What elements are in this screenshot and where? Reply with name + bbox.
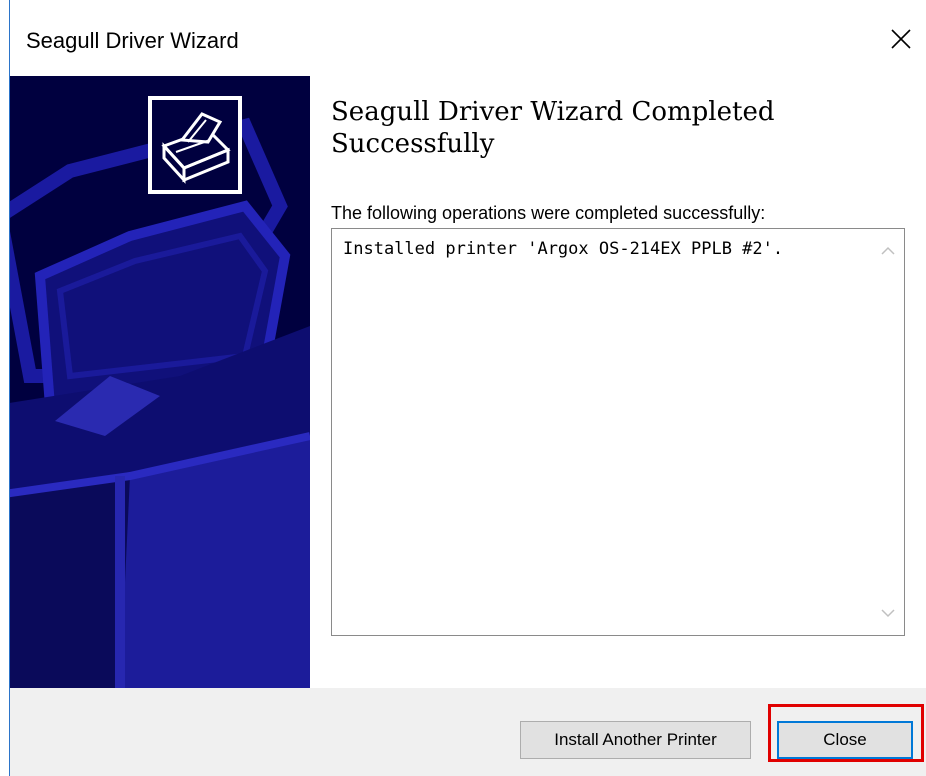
results-scrollbar[interactable] bbox=[872, 229, 904, 635]
completion-heading: Seagull Driver Wizard Completed Successf… bbox=[331, 97, 775, 159]
window-title: Seagull Driver Wizard bbox=[26, 28, 239, 53]
close-icon[interactable] bbox=[884, 22, 918, 56]
wizard-side-panel bbox=[10, 76, 310, 688]
install-another-printer-button[interactable]: Install Another Printer bbox=[520, 721, 751, 759]
wizard-window: Seagull Driver Wizard Seagull Driver Wiz… bbox=[9, 0, 926, 776]
operations-label: The following operations were completed … bbox=[331, 203, 766, 223]
scroll-down-icon[interactable] bbox=[878, 603, 898, 623]
printer-logo-icon bbox=[148, 96, 242, 194]
results-listbox[interactable]: Installed printer 'Argox OS-214EX PPLB #… bbox=[331, 228, 905, 636]
result-line: Installed printer 'Argox OS-214EX PPLB #… bbox=[343, 239, 784, 259]
close-button[interactable]: Close bbox=[777, 721, 913, 759]
scroll-up-icon[interactable] bbox=[878, 241, 898, 261]
title-bar: Seagull Driver Wizard bbox=[10, 0, 926, 76]
button-bar: Install Another Printer Close bbox=[10, 688, 926, 776]
